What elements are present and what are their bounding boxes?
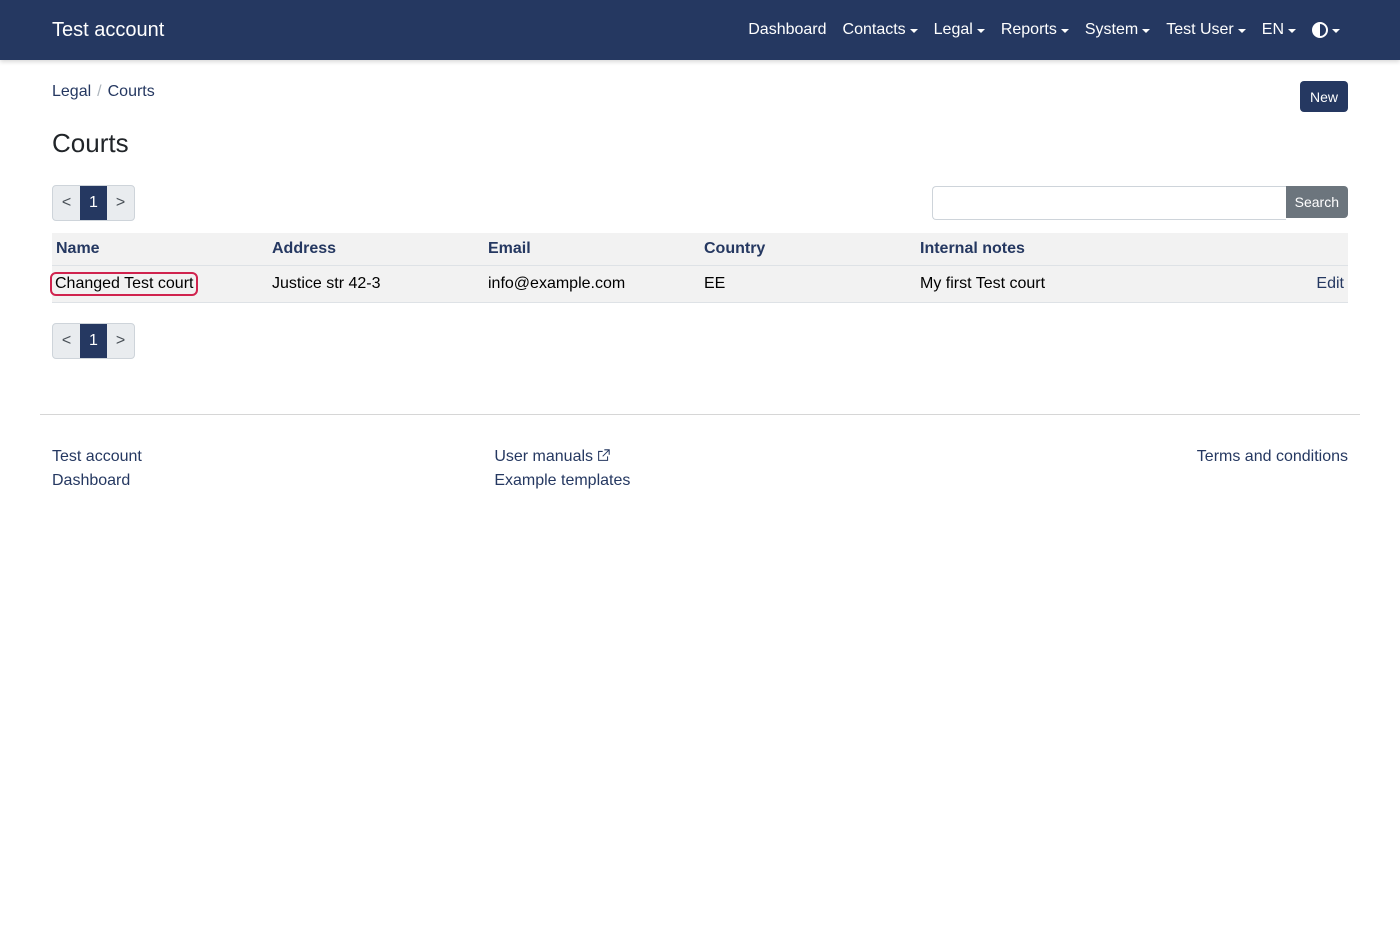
nav-theme[interactable]	[1312, 22, 1340, 38]
pagination-bottom: < 1 >	[52, 322, 135, 359]
nav-reports-label: Reports	[1000, 21, 1057, 38]
column-header-internal-notes[interactable]: Internal notes	[916, 233, 1257, 266]
pagination-next[interactable]: >	[107, 186, 134, 220]
nav-menu: Dashboard Contacts Legal Reports System …	[748, 21, 1348, 39]
cell-country: EE	[700, 265, 916, 303]
breadcrumb: Legal / Courts	[52, 81, 155, 103]
breadcrumb-legal[interactable]: Legal	[52, 83, 91, 101]
table-row: Changed Test court Justice str 42-3 info…	[50, 265, 1348, 303]
nav-language-label: EN	[1261, 21, 1284, 38]
page-title: Courts	[52, 128, 129, 158]
nav-language[interactable]: EN	[1262, 21, 1296, 39]
nav-legal[interactable]: Legal	[934, 21, 985, 39]
chevron-down-icon	[1237, 28, 1246, 33]
header-row: Legal / Courts New	[52, 60, 1348, 112]
footer-column-middle: User manuals Example templates	[494, 447, 934, 491]
chevron-down-icon	[1332, 28, 1340, 33]
footer-link-example-templates[interactable]: Example templates	[494, 471, 934, 491]
footer-link-terms[interactable]: Terms and conditions	[1197, 447, 1348, 467]
main-content: Legal / Courts New Courts < 1 > Search N…	[0, 60, 1400, 359]
brand[interactable]: Test account	[52, 19, 164, 42]
nav-dashboard[interactable]: Dashboard	[748, 21, 826, 39]
chevron-down-icon	[1060, 28, 1069, 33]
pagination-prev[interactable]: <	[53, 324, 80, 358]
footer-link-account[interactable]: Test account	[52, 447, 142, 467]
breadcrumb-separator: /	[97, 83, 102, 100]
chevron-down-icon	[976, 28, 985, 33]
nav-system-label: System	[1084, 21, 1139, 38]
cell-name: Changed Test court	[50, 265, 268, 303]
column-header-name[interactable]: Name	[52, 233, 268, 266]
column-header-country[interactable]: Country	[700, 233, 916, 266]
new-button[interactable]: New	[1299, 81, 1348, 112]
footer-link-dashboard[interactable]: Dashboard	[52, 471, 142, 491]
controls-row: < 1 > Search	[52, 185, 1348, 221]
search-group: Search	[931, 186, 1348, 220]
table-header-row: Name Address Email Country Internal note…	[52, 233, 1348, 266]
cell-address: Justice str 42-3	[268, 265, 484, 303]
pagination-page-1[interactable]: 1	[80, 186, 107, 220]
nav-user[interactable]: Test User	[1166, 21, 1246, 39]
footer: Test account Dashboard User manuals Exam…	[0, 415, 1400, 491]
chevron-down-icon	[909, 28, 918, 33]
footer-column-right: Terms and conditions	[1197, 447, 1348, 491]
nav-legal-label: Legal	[933, 21, 973, 38]
column-header-actions	[1256, 233, 1348, 266]
search-button[interactable]: Search	[1285, 186, 1348, 218]
chevron-down-icon	[1288, 28, 1296, 33]
search-input[interactable]	[931, 186, 1286, 220]
nav-dashboard-label: Dashboard	[748, 21, 827, 38]
edit-link[interactable]: Edit	[1256, 265, 1348, 303]
contrast-icon	[1312, 22, 1328, 38]
cell-internal-notes: My first Test court	[916, 265, 1257, 303]
user-manuals-label: User manuals	[494, 447, 594, 465]
column-header-email[interactable]: Email	[484, 233, 700, 266]
nav-reports[interactable]: Reports	[1001, 21, 1069, 39]
external-link-icon	[598, 448, 610, 461]
footer-link-user-manuals[interactable]: User manuals	[494, 447, 934, 467]
pagination-next[interactable]: >	[107, 324, 134, 358]
footer-column-left: Test account Dashboard	[52, 447, 142, 491]
courts-table: Name Address Email Country Internal note…	[50, 233, 1348, 303]
pagination-prev[interactable]: <	[53, 186, 80, 220]
breadcrumb-courts: Courts	[107, 83, 155, 100]
nav-contacts[interactable]: Contacts	[843, 21, 918, 39]
nav-user-label: Test User	[1166, 21, 1234, 38]
pagination-top: < 1 >	[52, 185, 135, 221]
nav-system[interactable]: System	[1084, 21, 1151, 39]
pagination-page-1[interactable]: 1	[80, 323, 107, 358]
top-navbar: Test account Dashboard Contacts Legal Re…	[0, 0, 1400, 60]
nav-contacts-label: Contacts	[842, 21, 906, 38]
court-name-link[interactable]: Changed Test court	[50, 271, 199, 296]
column-header-address[interactable]: Address	[268, 233, 484, 266]
chevron-down-icon	[1142, 28, 1151, 33]
cell-email: info@example.com	[484, 265, 700, 303]
